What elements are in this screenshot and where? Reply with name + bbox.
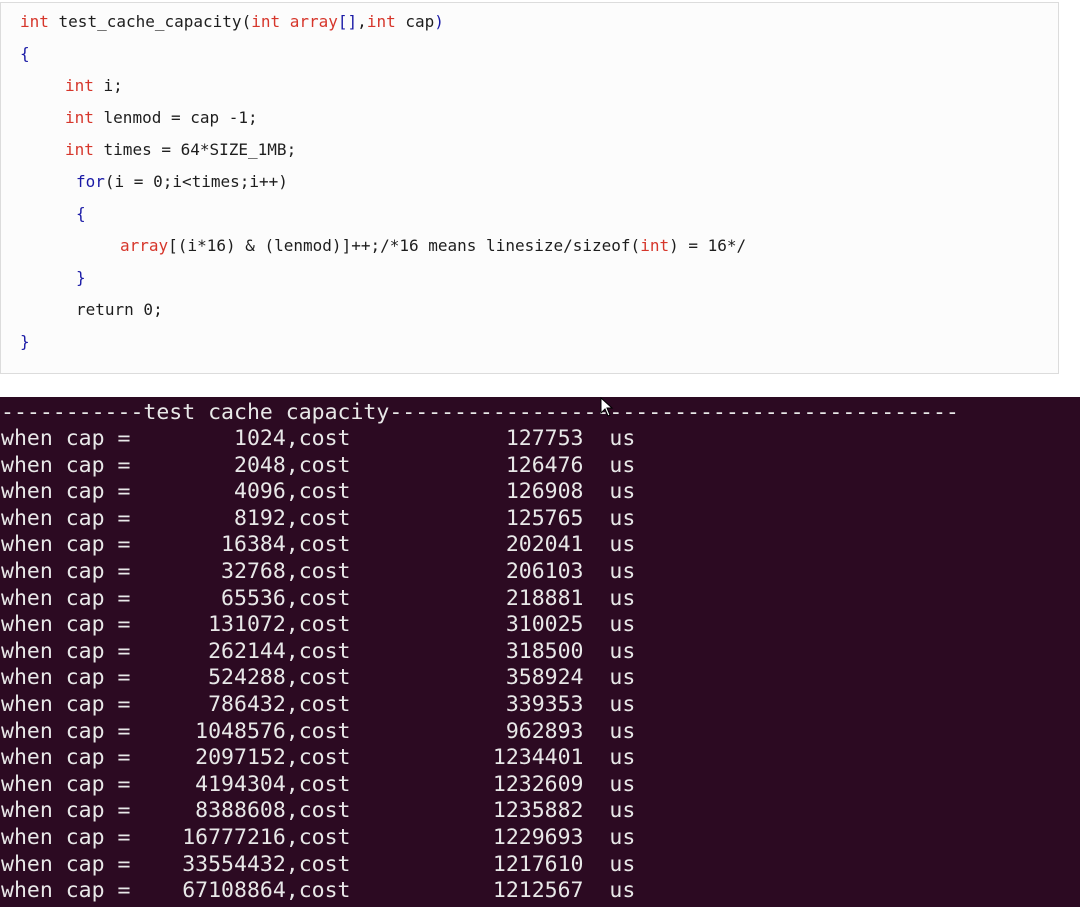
terminal-header: -----------test cache capacity----------… xyxy=(1,400,959,425)
terminal-row: when cap = 786432,cost 339353 us xyxy=(1,692,636,717)
terminal-row: when cap = 32768,cost 206103 us xyxy=(1,559,636,584)
code-line-10: return 0; xyxy=(76,300,163,319)
code-line-11: } xyxy=(20,332,30,351)
paren-close: ) xyxy=(434,12,444,31)
terminal-row: when cap = 1024,cost 127753 us xyxy=(1,426,636,451)
array-name: array xyxy=(120,236,169,255)
terminal-row: when cap = 2097152,cost 1234401 us xyxy=(1,745,636,771)
terminal-row: when cap = 33554432,cost 1217610 us xyxy=(1,851,636,877)
terminal-row: when cap = 16777216,cost 1229693 us xyxy=(1,825,636,850)
code-line-8: array[(i*16) & (lenmod)]++;/*16 means li… xyxy=(120,230,746,262)
code-line-6: for(i = 0;i<times;i++) xyxy=(76,166,288,198)
code-line-2: { xyxy=(20,44,30,63)
code-line-5: int times = 64*SIZE_1MB; xyxy=(65,134,296,166)
function-name: test_cache_capacity( xyxy=(48,12,252,31)
terminal-row: when cap = 262144,cost 318500 us xyxy=(1,638,636,664)
code-block: int test_cache_capacity(int array[],int … xyxy=(0,2,1059,374)
keyword-int: int xyxy=(640,236,670,255)
code-line-9: } xyxy=(76,268,86,287)
terminal-row: when cap = 2048,cost 126476 us xyxy=(1,452,636,478)
keyword-int: int xyxy=(366,12,396,31)
param-array: array xyxy=(280,12,338,31)
code-text: i; xyxy=(93,76,123,95)
keyword-int: int xyxy=(65,140,94,159)
terminal-row: when cap = 16384,cost 202041 us xyxy=(1,532,636,558)
terminal-row: when cap = 4096,cost 126908 us xyxy=(1,479,636,505)
param-cap: cap xyxy=(395,12,435,31)
code-line-4: int lenmod = cap -1; xyxy=(65,102,258,134)
mouse-pointer-icon xyxy=(600,397,614,417)
keyword-int: int xyxy=(251,12,281,31)
terminal-row: when cap = 1048576,cost 962893 us xyxy=(1,718,636,744)
code-text: [(i*16) & (lenmod)]++;/*16 means linesiz… xyxy=(168,236,641,255)
code-line-1: int test_cache_capacity(int array[],int … xyxy=(20,6,444,38)
keyword-int: int xyxy=(65,108,94,127)
terminal-output: -----------test cache capacity----------… xyxy=(0,397,1080,907)
keyword-int: int xyxy=(20,12,49,31)
terminal-row: when cap = 65536,cost 218881 us xyxy=(1,585,636,611)
terminal-row: when cap = 67108864,cost 1212567 us xyxy=(1,878,636,904)
code-text: lenmod = cap -1; xyxy=(93,108,258,127)
keyword-int: int xyxy=(65,76,94,95)
code-line-7: { xyxy=(76,204,86,223)
brackets: [] xyxy=(337,12,358,31)
terminal-row: when cap = 4194304,cost 1232609 us xyxy=(1,771,636,797)
terminal-row: when cap = 524288,cost 358924 us xyxy=(1,665,636,691)
comma: , xyxy=(357,12,367,31)
code-text: (i = 0;i<times;i++) xyxy=(104,172,288,191)
terminal-row: when cap = 131072,cost 310025 us xyxy=(1,612,636,638)
code-text: ) = 16*/ xyxy=(669,236,747,255)
keyword-for: for xyxy=(76,172,105,191)
terminal-row: when cap = 8192,cost 125765 us xyxy=(1,505,636,531)
terminal-row: when cap = 8388608,cost 1235882 us xyxy=(1,798,636,824)
code-line-3: int i; xyxy=(65,70,123,102)
code-text: times = 64*SIZE_1MB; xyxy=(93,140,297,159)
